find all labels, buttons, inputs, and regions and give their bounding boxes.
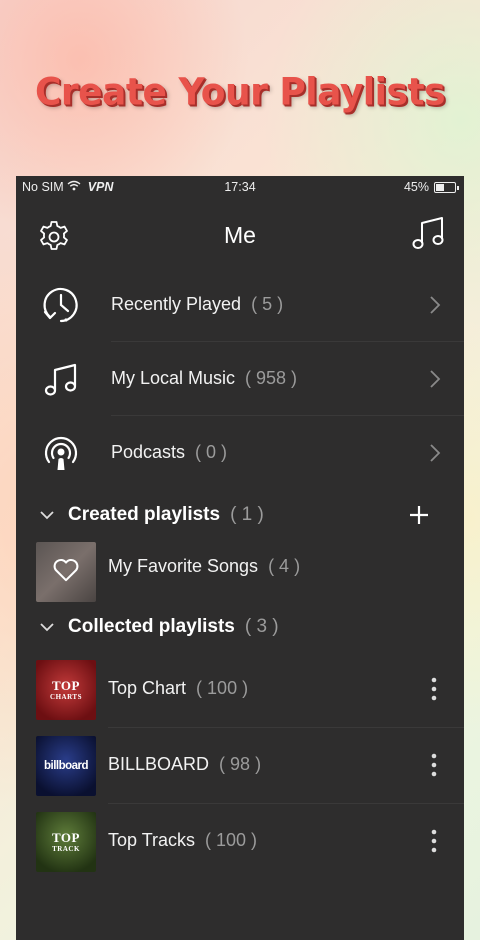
chevron-down-icon (38, 508, 56, 522)
playlist-count: ( 98 ) (219, 754, 262, 774)
battery-percent: 45% (403, 180, 429, 194)
more-options-icon[interactable] (430, 676, 438, 702)
playlist-item-top-chart[interactable]: TOP CHARTS Top Chart ( 100 ) (16, 652, 464, 728)
chevron-right-icon (428, 442, 442, 464)
promo-headline: Create Your Playlists (34, 70, 446, 115)
playlist-item-top-tracks[interactable]: TOP TRACK Top Tracks ( 100 ) (16, 804, 464, 880)
recent-history-icon (38, 282, 84, 328)
section-count: ( 3 ) (244, 616, 279, 637)
menu-count: ( 958 ) (245, 368, 298, 388)
more-options-icon[interactable] (430, 828, 438, 854)
section-title: Collected playlists (68, 616, 235, 637)
playlist-item-favorite[interactable]: My Favorite Songs ( 4 ) (16, 534, 464, 606)
playlist-name: BILLBOARD (108, 754, 210, 774)
add-playlist-plus-icon[interactable] (408, 504, 430, 526)
playlist-count: ( 100 ) (196, 678, 249, 698)
phone-screen: No SIM VPN 17:34 45% Me Recently Played … (16, 176, 464, 940)
chevron-right-icon (428, 294, 442, 316)
cover-text: TOP (52, 678, 80, 693)
podcast-icon (38, 430, 84, 476)
playlist-cover: TOP TRACK (36, 812, 96, 872)
cover-subtext: TRACK (52, 845, 80, 853)
heart-icon (52, 557, 80, 588)
playlist-name: My Favorite Songs (108, 556, 259, 576)
menu-item-local-music[interactable]: My Local Music ( 958 ) (16, 342, 464, 416)
battery-icon (434, 181, 459, 193)
status-bar: No SIM VPN 17:34 45% (16, 176, 464, 198)
menu-label: My Local Music (111, 368, 236, 388)
page-title: Me (224, 222, 256, 248)
section-count: ( 1 ) (230, 504, 264, 525)
playlist-count: ( 4 ) (268, 556, 301, 576)
playlist-name: Top Chart (108, 678, 187, 698)
menu-label: Podcasts (111, 442, 186, 462)
playlist-cover: billboard (36, 736, 96, 796)
playlist-cover: TOP CHARTS (36, 660, 96, 720)
playlist-cover (36, 542, 96, 602)
cover-text: billboard (43, 760, 89, 772)
menu-item-podcasts[interactable]: Podcasts ( 0 ) (16, 416, 464, 490)
clock: 17:34 (224, 180, 256, 194)
top-bar: Me (16, 212, 464, 256)
chevron-right-icon (428, 368, 442, 390)
more-options-icon[interactable] (430, 752, 438, 778)
playlist-name: Top Tracks (108, 830, 196, 850)
section-title: Created playlists (68, 504, 221, 525)
cover-text: TOP (52, 830, 80, 845)
now-playing-music-icon[interactable] (410, 215, 446, 253)
menu-count: ( 0 ) (195, 442, 228, 462)
menu-item-recently-played[interactable]: Recently Played ( 5 ) (16, 268, 464, 342)
created-playlists-header[interactable]: Created playlists ( 1 ) (16, 498, 464, 534)
chevron-down-icon (38, 620, 56, 634)
collected-playlists-header[interactable]: Collected playlists ( 3 ) (16, 610, 464, 646)
music-note-icon (38, 356, 84, 402)
playlist-count: ( 100 ) (205, 830, 258, 850)
menu-label: Recently Played (111, 294, 242, 314)
menu-count: ( 5 ) (251, 294, 284, 314)
playlist-item-billboard[interactable]: billboard BILLBOARD ( 98 ) (16, 728, 464, 804)
cover-subtext: CHARTS (50, 693, 82, 701)
